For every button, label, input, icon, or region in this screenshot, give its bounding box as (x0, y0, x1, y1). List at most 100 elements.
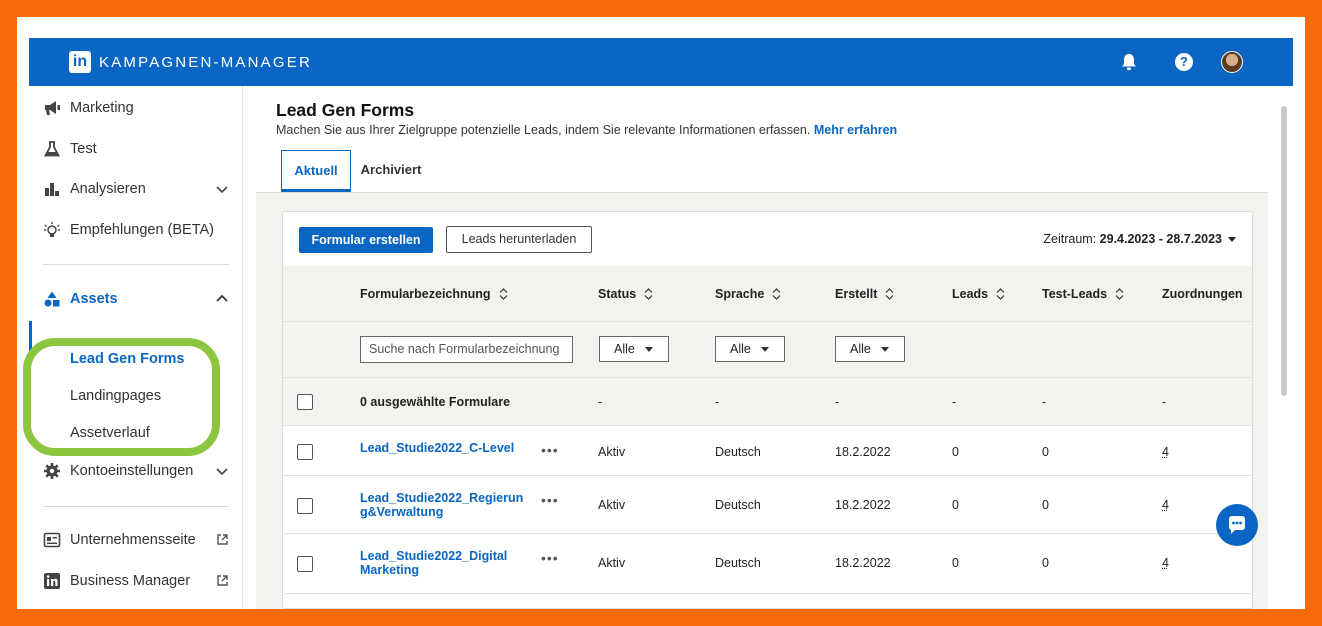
description-text: Machen Sie aus Ihrer Zielgruppe potenzie… (276, 123, 811, 137)
leads-value: 0 (952, 498, 959, 512)
sidebar-item-label: Test (70, 141, 97, 157)
form-name-link[interactable]: Lead_Studie2022_Regierung&Verwaltung (360, 491, 528, 519)
caret-down-icon (1228, 237, 1236, 243)
external-link-icon (217, 534, 228, 545)
table-row: Lead_Studie2022_Digital Marketing ••• Ak… (283, 534, 1252, 594)
form-name-link[interactable]: Lead_Studie2022_C-Level (360, 441, 514, 455)
language-value: Deutsch (715, 556, 761, 570)
table-header: Formularbezeichnung Status Sprache Erste… (283, 266, 1252, 322)
status-filter-select[interactable]: Alle (599, 336, 669, 362)
external-link-icon (217, 575, 228, 586)
header-label: Erstellt (835, 287, 878, 301)
table-row: Lead_Studie2022_C-Level ••• Aktiv Deutsc… (283, 426, 1252, 476)
more-options-icon[interactable]: ••• (541, 492, 559, 508)
download-leads-button[interactable]: Leads herunterladen (446, 226, 592, 253)
header-label: Test-Leads (1042, 287, 1108, 301)
divider (43, 264, 229, 265)
row-checkbox[interactable] (297, 498, 313, 514)
sidebar-item-test[interactable]: Test (29, 130, 243, 170)
assignments-value[interactable]: 4 (1162, 445, 1169, 459)
column-header-created[interactable]: Erstellt (835, 287, 894, 301)
sort-icon (996, 288, 1005, 300)
sidebar-item-empfehlungen[interactable]: Empfehlungen (BETA) (29, 211, 243, 251)
header-label: Sprache (715, 287, 765, 301)
selection-row: 0 ausgewählte Formulare - - - - - - (283, 378, 1252, 426)
sidebar-item-kontoeinstellungen[interactable]: Kontoeinstellungen (29, 452, 243, 492)
test-leads-value: 0 (1042, 556, 1049, 570)
caret-down-icon (880, 347, 889, 353)
sort-icon (1115, 288, 1124, 300)
status-value: Aktiv (598, 556, 626, 570)
forms-card: Formular erstellen Leads herunterladen Z… (282, 211, 1253, 609)
sidebar-item-label: Assets (70, 291, 118, 307)
page-title: Lead Gen Forms (276, 100, 415, 120)
help-icon[interactable]: ? (1175, 53, 1193, 71)
tab-archiviert[interactable]: Archiviert (358, 150, 424, 192)
placeholder-dash: - (1042, 395, 1047, 409)
select-value: Alle (730, 342, 751, 356)
header-label: Status (598, 287, 637, 301)
sidebar-item-business-manager[interactable]: Business Manager (29, 562, 243, 602)
placeholder-dash: - (835, 395, 840, 409)
test-leads-value: 0 (1042, 498, 1049, 512)
app-window: in KAMPAGNEN-MANAGER ? Marketing Test An… (17, 17, 1305, 609)
created-value: 18.2.2022 (835, 445, 891, 459)
chevron-down-icon[interactable] (215, 464, 229, 478)
column-header-assignments[interactable]: Zuordnungen (1162, 287, 1243, 301)
table-row: Lead_Studie2022_Regierung&Verwaltung •••… (283, 476, 1252, 534)
sort-icon (644, 288, 653, 300)
created-value: 18.2.2022 (835, 556, 891, 570)
more-options-icon[interactable]: ••• (541, 442, 559, 458)
chevron-up-icon[interactable] (215, 292, 229, 306)
period-selector[interactable]: Zeitraum: 29.4.2023 - 28.7.2023 (1043, 232, 1236, 246)
chat-button[interactable] (1216, 504, 1258, 546)
language-filter-select[interactable]: Alle (715, 336, 785, 362)
period-value: 29.4.2023 - 28.7.2023 (1099, 232, 1222, 246)
row-checkbox[interactable] (297, 556, 313, 572)
sidebar-item-analysieren[interactable]: Analysieren (29, 170, 243, 210)
sidebar: Marketing Test Analysieren Empfehlungen … (23, 86, 251, 609)
column-header-test-leads[interactable]: Test-Leads (1042, 287, 1124, 301)
highlight-annotation (23, 338, 220, 456)
column-header-leads[interactable]: Leads (952, 287, 1005, 301)
assignments-value[interactable]: 4 (1162, 498, 1169, 512)
header-label: Leads (952, 287, 989, 301)
main-scrollbar[interactable] (1281, 106, 1287, 396)
linkedin-logo[interactable]: in (69, 51, 91, 73)
assignments-value[interactable]: 4 (1162, 556, 1169, 570)
chevron-down-icon[interactable] (215, 182, 229, 196)
placeholder-dash: - (715, 395, 720, 409)
sidebar-item-assets[interactable]: Assets (29, 280, 243, 320)
form-name-link[interactable]: Lead_Studie2022_Digital Marketing (360, 549, 520, 577)
sidebar-item-marketing[interactable]: Marketing (29, 89, 243, 129)
column-header-name[interactable]: Formularbezeichnung (360, 287, 508, 301)
linkedin-icon (44, 573, 60, 589)
avatar[interactable] (1221, 51, 1243, 73)
bell-icon[interactable] (1119, 52, 1139, 72)
placeholder-dash: - (598, 395, 603, 409)
caret-down-icon (760, 347, 769, 353)
learn-more-link[interactable]: Mehr erfahren (814, 123, 897, 137)
row-checkbox[interactable] (297, 444, 313, 460)
selected-count: 0 ausgewählte Formulare (360, 395, 511, 409)
gear-icon (44, 463, 60, 479)
sidebar-item-label: Kontoeinstellungen (70, 463, 194, 479)
column-header-status[interactable]: Status (598, 287, 653, 301)
search-input[interactable]: Suche nach Formularbezeichnung (360, 336, 573, 363)
sidebar-item-unternehmensseite[interactable]: Unternehmensseite (29, 521, 243, 561)
sidebar-item-label: Marketing (70, 100, 134, 116)
main-content: Lead Gen Forms Machen Sie aus Ihrer Ziel… (244, 86, 1293, 609)
leads-value: 0 (952, 445, 959, 459)
filter-row: Suche nach Formularbezeichnung Alle Alle… (283, 322, 1252, 378)
sort-icon (885, 288, 894, 300)
test-leads-value: 0 (1042, 445, 1049, 459)
tab-aktuell[interactable]: Aktuell (281, 150, 351, 192)
created-filter-select[interactable]: Alle (835, 336, 905, 362)
select-all-checkbox[interactable] (297, 394, 313, 410)
more-options-icon[interactable]: ••• (541, 550, 559, 566)
column-header-language[interactable]: Sprache (715, 287, 781, 301)
create-form-button[interactable]: Formular erstellen (299, 227, 433, 253)
sort-icon (772, 288, 781, 300)
sidebar-item-label: Analysieren (70, 181, 146, 197)
placeholder-dash: - (1162, 395, 1167, 409)
